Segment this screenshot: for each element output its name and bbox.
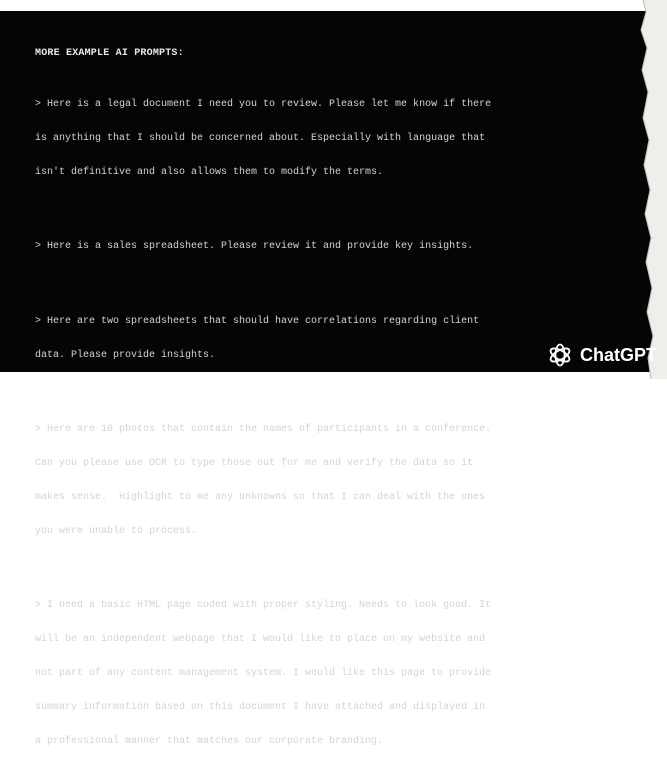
prompt-line: > Here are 10 photos that contain the na… — [35, 424, 492, 436]
prompt-3: > Here are two spreadsheets that should … — [35, 293, 555, 383]
prompt-5: > I need a basic HTML page coded with pr… — [35, 578, 555, 758]
prompt-line: makes sense. Highlight to me any unknown… — [35, 491, 486, 503]
prompt-line: you were unable to process. — [35, 525, 198, 537]
prompt-line: not part of any content management syste… — [35, 667, 492, 679]
prompt-line: summary information based on this docume… — [35, 701, 486, 713]
prompt-line: > Here is a legal document I need you to… — [35, 98, 492, 110]
chatgpt-brand: ChatGPT — [546, 341, 657, 369]
prompt-line: isn't definitive and also allows them to… — [35, 166, 384, 178]
prompt-line: > Here is a sales spreadsheet. Please re… — [35, 241, 474, 253]
dark-panel: MORE EXAMPLE AI PROMPTS: > Here is a leg… — [0, 11, 667, 747]
prompt-line: > Here are two spreadsheets that should … — [35, 315, 480, 327]
prompt-line: > I need a basic HTML page coded with pr… — [35, 600, 492, 612]
brand-name: ChatGPT — [579, 344, 657, 365]
prompt-line: Can you please use OCR to type those out… — [35, 457, 474, 469]
prompt-2: > Here is a sales spreadsheet. Please re… — [35, 219, 555, 275]
prompt-line: a professional manner that matches our c… — [35, 735, 384, 747]
torn-paper-edge — [640, 0, 667, 379]
prompt-line: is anything that I should be concerned a… — [35, 132, 486, 144]
prompt-list: MORE EXAMPLE AI PROMPTS: > Here is a leg… — [35, 48, 555, 758]
heading: MORE EXAMPLE AI PROMPTS: — [35, 48, 184, 59]
prompt-1: > Here is a legal document I need you to… — [35, 76, 555, 200]
openai-logo-icon — [549, 343, 571, 367]
prompt-line: data. Please provide insights. — [35, 349, 216, 361]
prompt-4: > Here are 10 photos that contain the na… — [35, 401, 555, 559]
prompt-line: will be an independent webpage that I wo… — [35, 634, 486, 646]
